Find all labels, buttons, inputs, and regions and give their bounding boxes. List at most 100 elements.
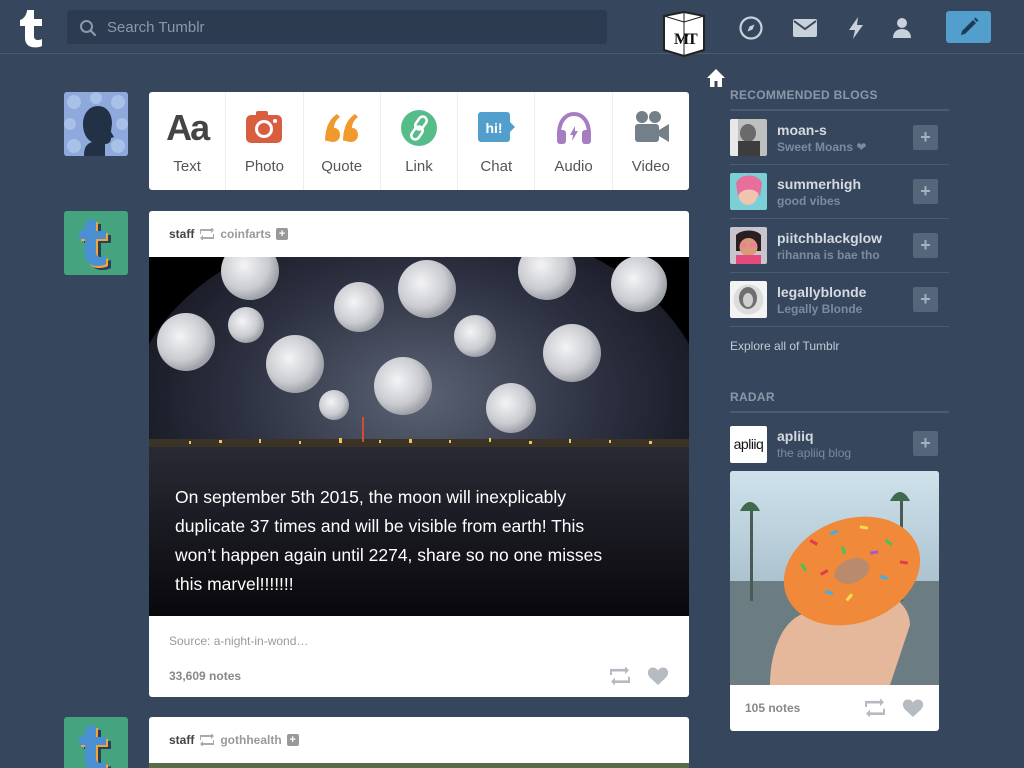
dashboard-post: staff coinfarts + On september 5th 2015,… — [149, 211, 689, 697]
post-author[interactable]: staff — [169, 227, 194, 241]
post-type-label: Audio — [554, 158, 593, 175]
dashboard-post-2: staff gothhealth + — [149, 717, 689, 768]
search-box[interactable] — [67, 10, 607, 44]
inbox-nav-button[interactable] — [791, 14, 819, 42]
blog-avatar[interactable] — [730, 173, 767, 210]
default-avatar-icon — [64, 92, 128, 156]
post-source[interactable]: Source: a-night-in-wond… — [149, 616, 689, 656]
compass-icon — [739, 16, 763, 40]
notes-count[interactable]: 33,609 notes — [169, 669, 241, 683]
post-type-label: Link — [405, 158, 433, 175]
person-icon — [893, 18, 911, 38]
svg-text:hi!: hi! — [486, 120, 503, 136]
follow-button[interactable]: + — [913, 287, 938, 312]
activity-nav-button[interactable] — [842, 14, 870, 42]
blog-subtitle: Legally Blonde — [777, 301, 863, 316]
account-nav-button[interactable] — [888, 14, 916, 42]
recommended-blog[interactable]: legallyblonde Legally Blonde + — [730, 273, 949, 327]
blog-name[interactable]: piitchblackglow — [777, 230, 882, 246]
home-icon[interactable] — [706, 68, 726, 88]
heart-icon[interactable] — [647, 667, 669, 686]
blog-subtitle: Sweet Moans ❤ — [777, 139, 867, 154]
search-icon — [80, 20, 97, 37]
follow-reblogged-button[interactable]: + — [286, 734, 299, 746]
compose-button[interactable] — [946, 11, 991, 43]
post-type-photo[interactable]: Photo — [226, 92, 304, 190]
follow-reblogged-button[interactable]: + — [276, 228, 289, 240]
follow-button[interactable]: + — [913, 431, 938, 456]
follow-button[interactable]: + — [913, 179, 938, 204]
post-type-audio[interactable]: Audio — [535, 92, 613, 190]
recommended-blogs-title: RECOMMENDED BLOGS — [730, 88, 949, 111]
reblog-small-icon — [200, 228, 215, 240]
blog-subtitle: good vibes — [777, 193, 841, 208]
recommended-blog[interactable]: piitchblackglow rihanna is bae tho + — [730, 219, 949, 273]
reblogged-from[interactable]: gothhealth — [220, 733, 281, 747]
blog-avatar[interactable]: apliiq — [730, 425, 767, 463]
tumblr-staff-logo-icon — [64, 211, 128, 275]
post-type-label: Photo — [244, 158, 285, 175]
radar-photo[interactable] — [730, 471, 939, 685]
envelope-icon — [793, 19, 817, 37]
post-type-link[interactable]: Link — [381, 92, 459, 190]
donut-photo — [730, 471, 939, 685]
post-author[interactable]: staff — [169, 733, 194, 747]
radar-blog[interactable]: apliiq apliiq the apliiq blog + — [730, 417, 949, 471]
blog-name[interactable]: legallyblonde — [777, 284, 866, 300]
lightning-icon — [849, 17, 863, 39]
post-type-quote[interactable]: Quote — [304, 92, 381, 190]
headphones-icon — [556, 111, 591, 144]
blog-name[interactable]: moan-s — [777, 122, 866, 138]
search-input[interactable] — [107, 10, 597, 44]
recommended-blog[interactable]: summerhigh good vibes + — [730, 165, 949, 219]
post-actions — [864, 699, 924, 718]
radar-post: 105 notes — [730, 471, 939, 731]
notes-count[interactable]: 105 notes — [745, 701, 800, 715]
post-caption: On september 5th 2015, the moon will ine… — [175, 487, 603, 594]
chat-icon: hi! — [478, 112, 516, 142]
recommended-blog[interactable]: moan-s Sweet Moans ❤ + — [730, 111, 949, 165]
reblog-icon[interactable] — [609, 667, 631, 685]
post-type-text[interactable]: Aa Text — [149, 92, 227, 190]
staff-avatar-2[interactable] — [64, 717, 128, 768]
tumblr-staff-logo-icon — [64, 717, 128, 768]
staff-avatar[interactable] — [64, 211, 128, 275]
post-type-label: Chat — [480, 158, 513, 175]
post-actions — [609, 667, 669, 686]
reblog-small-icon — [200, 734, 215, 746]
blog-name[interactable]: summerhigh — [777, 176, 861, 192]
blog-subtitle: the apliiq blog — [777, 446, 852, 460]
post-type-label: Quote — [321, 158, 363, 175]
post-header: staff coinfarts + — [149, 211, 689, 257]
follow-button[interactable]: + — [913, 233, 938, 258]
post-photo[interactable]: On september 5th 2015, the moon will ine… — [149, 257, 689, 616]
follow-button[interactable]: + — [913, 125, 938, 150]
camera-icon — [246, 111, 283, 143]
blog-avatar[interactable] — [730, 119, 767, 156]
reblogged-from[interactable]: coinfarts — [220, 227, 271, 241]
post-footer: 33,609 notes — [149, 656, 689, 696]
post-type-bar: Aa Text Photo Quote Link hi! Chat Audio … — [149, 92, 689, 190]
my-avatar[interactable] — [64, 92, 128, 156]
pencil-icon — [960, 17, 978, 35]
avatar-initials-t: T — [687, 31, 698, 48]
explore-nav-button[interactable] — [737, 14, 765, 42]
post-type-video[interactable]: Video — [613, 92, 689, 190]
link-icon — [400, 110, 437, 146]
post-header: staff gothhealth + — [149, 717, 689, 763]
post-type-label: Video — [631, 158, 670, 175]
blog-avatar[interactable] — [730, 227, 767, 264]
blog-avatar[interactable] — [730, 281, 767, 318]
post-type-chat[interactable]: hi! Chat — [458, 92, 536, 190]
reblog-icon[interactable] — [864, 699, 886, 717]
post-photo[interactable] — [149, 763, 689, 768]
user-avatar[interactable]: M T — [660, 10, 708, 60]
explore-link[interactable]: Explore all of Tumblr — [730, 339, 949, 353]
tumblr-logo-icon[interactable] — [18, 8, 50, 48]
heart-icon[interactable] — [902, 699, 924, 718]
right-sidebar: RECOMMENDED BLOGS moan-s Sweet Moans ❤ +… — [730, 88, 949, 731]
blog-subtitle: rihanna is bae tho — [777, 247, 880, 262]
quote-icon — [324, 114, 358, 142]
blog-name[interactable]: apliiq — [777, 428, 851, 444]
video-camera-icon — [634, 111, 669, 142]
